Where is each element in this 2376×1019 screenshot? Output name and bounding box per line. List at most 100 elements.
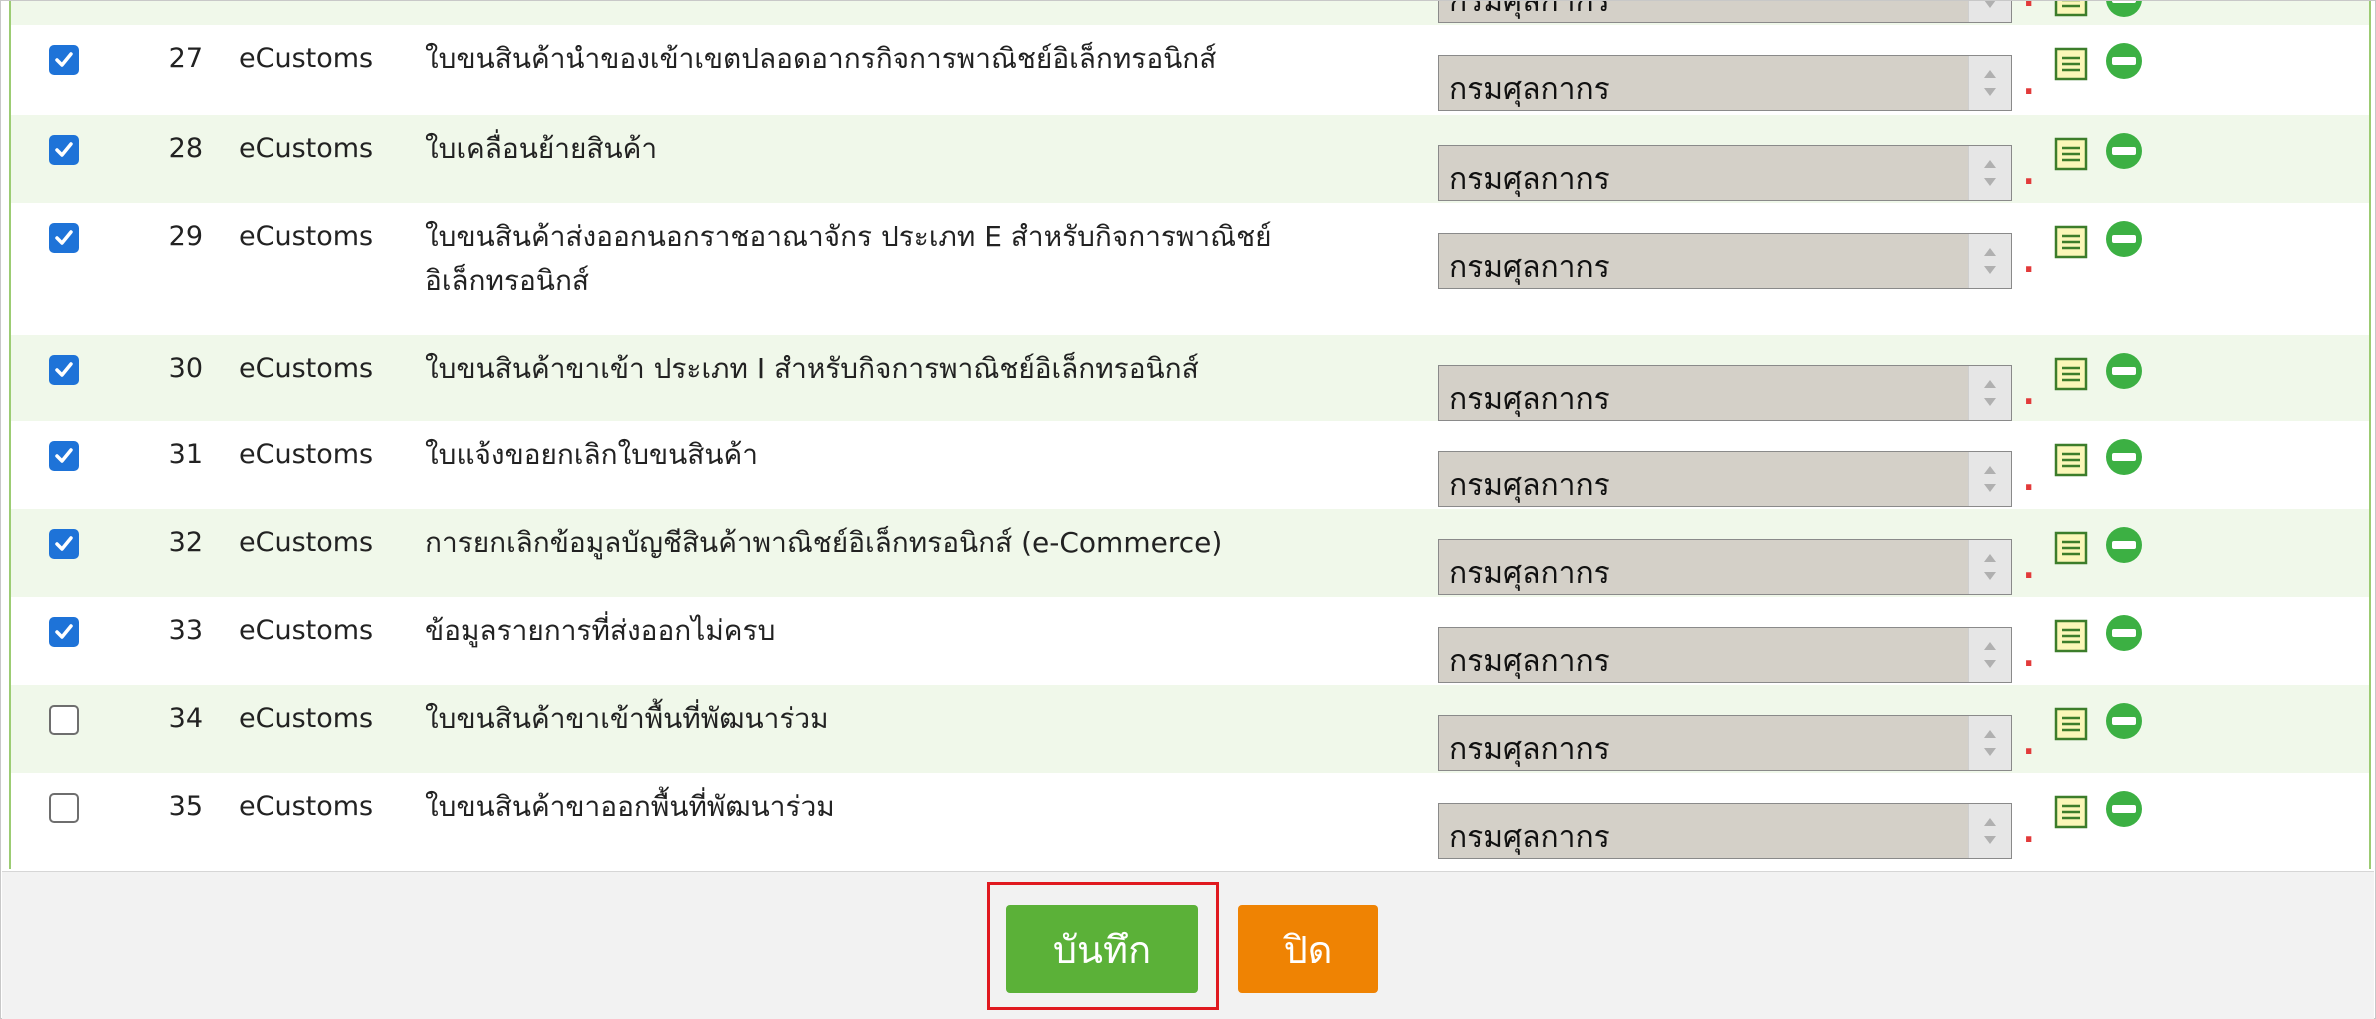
row-description: ใบขนสินค้าขาเข้า ประเภท I สำหรับกิจการพา…: [425, 352, 1199, 385]
row-description: ข้อมูลรายการที่ส่งออกไม่ครบ: [425, 614, 776, 647]
remove-circle-icon[interactable]: [2104, 437, 2144, 477]
row-system: eCustoms: [239, 703, 374, 734]
required-mark: .: [2023, 1, 2034, 14]
document-list-icon[interactable]: [2054, 531, 2088, 565]
remove-circle-icon[interactable]: [2104, 131, 2144, 171]
table-row: 28 eCustoms ใบเคลื่อนย้ายสินค้า กรมศุลกากร.: [11, 115, 2369, 203]
table-row: 31 eCustoms ใบแจ้งขอยกเลิกใบขนสินค้า กรมศุล…: [11, 421, 2369, 509]
row-checkbox[interactable]: [49, 355, 79, 385]
row-number: 29: [168, 221, 203, 252]
document-list-icon[interactable]: [2054, 795, 2088, 829]
remove-circle-icon[interactable]: [2104, 219, 2144, 259]
row-system: eCustoms: [239, 133, 374, 164]
required-mark: .: [2023, 377, 2035, 412]
row-checkbox[interactable]: [49, 223, 79, 253]
row-system: eCustoms: [239, 353, 374, 384]
agency-select-spinner[interactable]: [1968, 452, 2011, 506]
row-system: eCustoms: [239, 527, 374, 558]
row-system: eCustoms: [239, 43, 374, 74]
document-list-icon[interactable]: [2054, 707, 2088, 741]
row-checkbox[interactable]: [49, 135, 79, 165]
table-row: 30 eCustoms ใบขนสินค้าขาเข้า ประเภท I สำหร…: [11, 335, 2369, 421]
row-description: ใบเคลื่อนย้ายสินค้า: [425, 132, 658, 165]
table-row-partial: กรมศุลกากร .: [11, 1, 2369, 25]
agency-select-value: กรมศุลกากร: [1449, 556, 1610, 591]
agency-select-spinner[interactable]: [1968, 804, 2011, 858]
agency-select[interactable]: กรมศุลกากร: [1438, 715, 2012, 771]
agency-select-value: กรมศุลกากร: [1449, 820, 1610, 855]
agency-select[interactable]: กรมศุลกากร: [1438, 803, 2012, 859]
document-list-icon[interactable]: [2054, 357, 2088, 391]
remove-circle-icon[interactable]: [2104, 525, 2144, 565]
agency-select-spinner[interactable]: [1968, 366, 2011, 420]
required-mark: .: [2023, 727, 2035, 762]
row-description: การยกเลิกข้อมูลบัญชีสินค้าพาณิชย์อิเล็กท…: [425, 526, 1223, 559]
row-checkbox[interactable]: [49, 617, 79, 647]
agency-select[interactable]: กรมศุลกากร: [1438, 145, 2012, 201]
agency-select-spinner[interactable]: [1968, 1, 2011, 22]
agency-select-spinner[interactable]: [1968, 628, 2011, 682]
required-mark: .: [2023, 245, 2035, 280]
row-checkbox[interactable]: [49, 793, 79, 823]
row-description: ใบขนสินค้าส่งออกนอกราชอาณาจักร ประเภท E …: [425, 220, 1272, 297]
agency-select[interactable]: กรมศุลกากร: [1438, 539, 2012, 595]
remove-circle-icon[interactable]: [2104, 1, 2144, 19]
agency-select-value: กรมศุลกากร: [1449, 468, 1610, 503]
row-system: eCustoms: [239, 221, 374, 252]
document-list-icon[interactable]: [2054, 225, 2088, 259]
remove-circle-icon[interactable]: [2104, 701, 2144, 741]
row-number: 32: [168, 527, 203, 558]
row-checkbox[interactable]: [49, 45, 79, 75]
remove-circle-icon[interactable]: [2104, 41, 2144, 81]
required-mark: .: [2023, 67, 2035, 102]
agency-select[interactable]: กรมศุลกากร: [1438, 55, 2012, 111]
document-list[interactable]: กรมศุลกากร . 27 eCustoms ใบขนสินค้านำของเข…: [9, 1, 2371, 869]
row-checkbox[interactable]: [49, 705, 79, 735]
row-number: 27: [168, 43, 203, 74]
agency-select[interactable]: กรมศุลกากร: [1438, 365, 2012, 421]
agency-select-value: กรมศุลกากร: [1449, 732, 1610, 767]
row-number: 34: [168, 703, 203, 734]
close-button[interactable]: ปิด: [1238, 905, 1378, 993]
agency-select[interactable]: กรมศุลกากร: [1438, 233, 2012, 289]
document-list-icon[interactable]: [2054, 137, 2088, 171]
row-checkbox[interactable]: [49, 441, 79, 471]
agency-select-spinner[interactable]: [1968, 234, 2011, 288]
table-row: 27 eCustoms ใบขนสินค้านำของเข้าเขตปลอดอากร…: [11, 25, 2369, 115]
agency-select[interactable]: กรมศุลกากร: [1438, 451, 2012, 507]
agency-select-spinner[interactable]: [1968, 716, 2011, 770]
save-button[interactable]: บันทึก: [1006, 905, 1198, 993]
row-number: 33: [168, 615, 203, 646]
document-list-icon[interactable]: [2054, 619, 2088, 653]
required-mark: .: [2023, 815, 2035, 850]
agency-select-spinner[interactable]: [1968, 146, 2011, 200]
required-mark: .: [2023, 639, 2035, 674]
table-row: 35 eCustoms ใบขนสินค้าขาออกพื้นที่พัฒนาร่ว…: [11, 773, 2369, 861]
remove-circle-icon[interactable]: [2104, 789, 2144, 829]
agency-select[interactable]: กรมศุลกากร: [1438, 627, 2012, 683]
row-system: eCustoms: [239, 439, 374, 470]
dialog-frame: กรมศุลกากร . 27 eCustoms ใบขนสินค้านำของเข…: [0, 0, 2376, 1019]
agency-select-spinner[interactable]: [1968, 540, 2011, 594]
required-mark: .: [2023, 157, 2035, 192]
row-description: ใบขนสินค้านำของเข้าเขตปลอดอากรกิจการพาณิ…: [425, 42, 1217, 75]
row-checkbox[interactable]: [49, 529, 79, 559]
agency-select-spinner[interactable]: [1968, 56, 2011, 110]
agency-select[interactable]: กรมศุลกากร: [1438, 1, 2012, 23]
agency-select-value: กรมศุลกากร: [1449, 382, 1610, 417]
remove-circle-icon[interactable]: [2104, 613, 2144, 653]
agency-select-value: กรมศุลกากร: [1449, 250, 1610, 285]
row-system: eCustoms: [239, 791, 374, 822]
remove-circle-icon[interactable]: [2104, 351, 2144, 391]
required-mark: .: [2023, 463, 2035, 498]
row-number: 35: [168, 791, 203, 822]
row-description: ใบขนสินค้าขาเข้าพื้นที่พัฒนาร่วม: [425, 702, 829, 735]
agency-select-value: กรมศุลกากร: [1449, 72, 1610, 107]
document-list-icon[interactable]: [2054, 47, 2088, 81]
document-list-icon[interactable]: [2054, 443, 2088, 477]
required-mark: .: [2023, 551, 2035, 586]
row-description: ใบแจ้งขอยกเลิกใบขนสินค้า: [425, 438, 758, 471]
document-list-icon[interactable]: [2054, 1, 2088, 17]
agency-select-value: กรมศุลกากร: [1449, 162, 1610, 197]
table-row: 29 eCustoms ใบขนสินค้าส่งออกนอกราชอาณาจักร…: [11, 203, 2369, 335]
